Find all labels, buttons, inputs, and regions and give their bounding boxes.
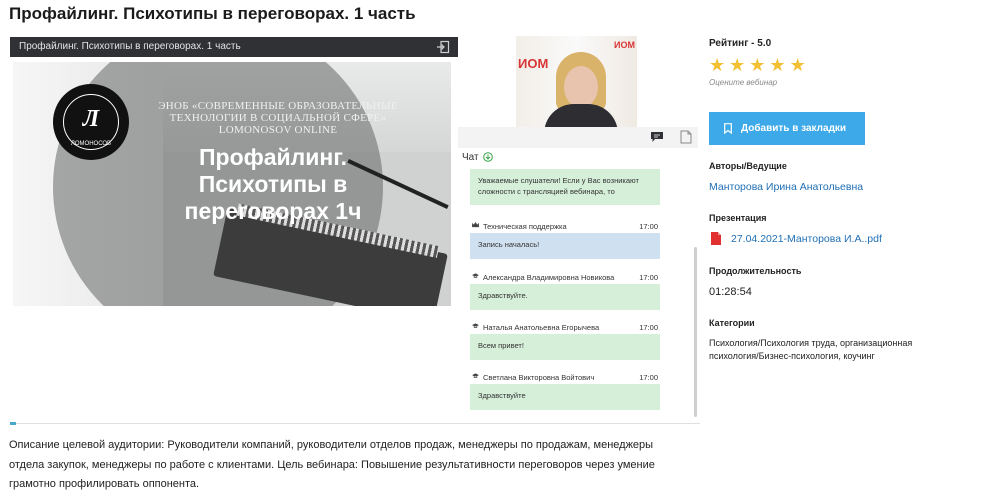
rating-label: Рейтинг - 5.0: [709, 38, 772, 49]
star-icon[interactable]: ★: [709, 56, 725, 74]
page-title: Профайлинг. Психотипы в переговорах. 1 ч…: [9, 4, 416, 23]
pdf-icon[interactable]: [711, 232, 721, 245]
presentation-label: Презентация: [709, 213, 767, 223]
chat-message: Светлана Викторовна Войтович 17:00 Здрав…: [470, 372, 660, 410]
add-bookmark-label: Добавить в закладки: [741, 123, 847, 134]
chat-message-author: Наталья Анатольевна Егорычева: [483, 323, 600, 332]
player-progress-fill: [10, 422, 16, 425]
chat-scrollbar[interactable]: [694, 247, 697, 417]
rate-hint: Оцените вебинар: [709, 78, 778, 87]
authors-label: Авторы/Ведущие: [709, 161, 787, 171]
presentation-slide: Л ЛОМОНОСОВ ЭНОБ «СОВРЕМЕННЫЕ ОБРАЗОВАТЕ…: [13, 62, 451, 306]
chat-message-text: Уважаемые слушатели! Если у Вас возникаю…: [470, 169, 660, 205]
player-title-bar: Профайлинг. Психотипы в переговорах. 1 ч…: [10, 37, 458, 57]
star-icon[interactable]: ★: [729, 56, 745, 74]
presenter-video: ИОМ ИОМ: [516, 36, 637, 128]
chat-message-text: Здравствуйте.: [470, 284, 660, 310]
chat-label: Чат: [462, 152, 479, 163]
chat-message: Наталья Анатольевна Егорычева 17:00 Всем…: [470, 322, 660, 360]
chat-tabs: [458, 127, 698, 148]
add-bookmark-button[interactable]: Добавить в закладки: [709, 112, 865, 145]
chat-message-text: Всем привет!: [470, 334, 660, 360]
chat-message: Уважаемые слушатели! Если у Вас возникаю…: [470, 169, 660, 205]
duration-value: 01:28:54: [709, 286, 752, 298]
chat-tab-icon[interactable]: [651, 132, 663, 142]
author-link[interactable]: Манторова Ирина Анатольевна: [709, 181, 863, 193]
slide-heading: Профайлинг. Психотипы в переговорах 1ч: [184, 144, 362, 224]
video-brand-left: ИОМ: [518, 56, 549, 71]
chat-message: Техническая поддержка 17:00 Запись начал…: [470, 221, 660, 259]
chat-message-time: 17:00: [639, 323, 658, 332]
document-tab-icon[interactable]: [680, 130, 692, 144]
chat-message-time: 17:00: [639, 222, 658, 231]
graduation-cap-icon: [472, 273, 479, 278]
star-icon[interactable]: ★: [790, 56, 806, 74]
star-icon[interactable]: ★: [769, 56, 785, 74]
chat-message-author: Александра Владимировна Новикова: [483, 273, 615, 282]
exit-icon[interactable]: [436, 40, 450, 54]
presenter-face: [564, 66, 598, 108]
chat-message-text: Здравствуйте: [470, 384, 660, 410]
duration-label: Продолжительность: [709, 266, 802, 276]
chat-message-text: Запись началась!: [470, 233, 660, 259]
chat-message-time: 17:00: [639, 373, 658, 382]
bookmark-icon: [724, 123, 732, 134]
chat-message: Александра Владимировна Новикова 17:00 З…: [470, 272, 660, 310]
player-progress-track[interactable]: [10, 423, 700, 424]
categories-label: Категории: [709, 318, 755, 328]
rating-stars[interactable]: ★ ★ ★ ★ ★: [709, 56, 810, 74]
chat-panel: Чат Уважаемые слушатели! Если у Вас возн…: [458, 127, 698, 422]
categories-value: Психология/Психология труда, организацио…: [709, 338, 913, 361]
slide-org-text: ЭНОБ «СОВРЕМЕННЫЕ ОБРАЗОВАТЕЛЬНЫЕ ТЕХНОЛ…: [158, 100, 398, 136]
webinar-description: Описание целевой аудитории: Руководители…: [9, 439, 655, 490]
graduation-cap-icon: [472, 323, 479, 328]
chat-message-author: Техническая поддержка: [483, 222, 567, 231]
player-title: Профайлинг. Психотипы в переговорах. 1 ч…: [19, 41, 241, 52]
chat-message-time: 17:00: [639, 273, 658, 282]
star-icon[interactable]: ★: [749, 56, 765, 74]
video-brand-right: ИОМ: [614, 40, 635, 50]
lomonosov-logo: Л ЛОМОНОСОВ: [53, 84, 129, 160]
graduation-cap-icon: [472, 373, 479, 378]
chat-download-icon[interactable]: [483, 152, 493, 162]
presentation-file-link[interactable]: 27.04.2021-Манторова И.А..pdf: [731, 233, 882, 245]
crown-icon: [472, 222, 479, 228]
chat-message-author: Светлана Викторовна Войтович: [483, 373, 595, 382]
